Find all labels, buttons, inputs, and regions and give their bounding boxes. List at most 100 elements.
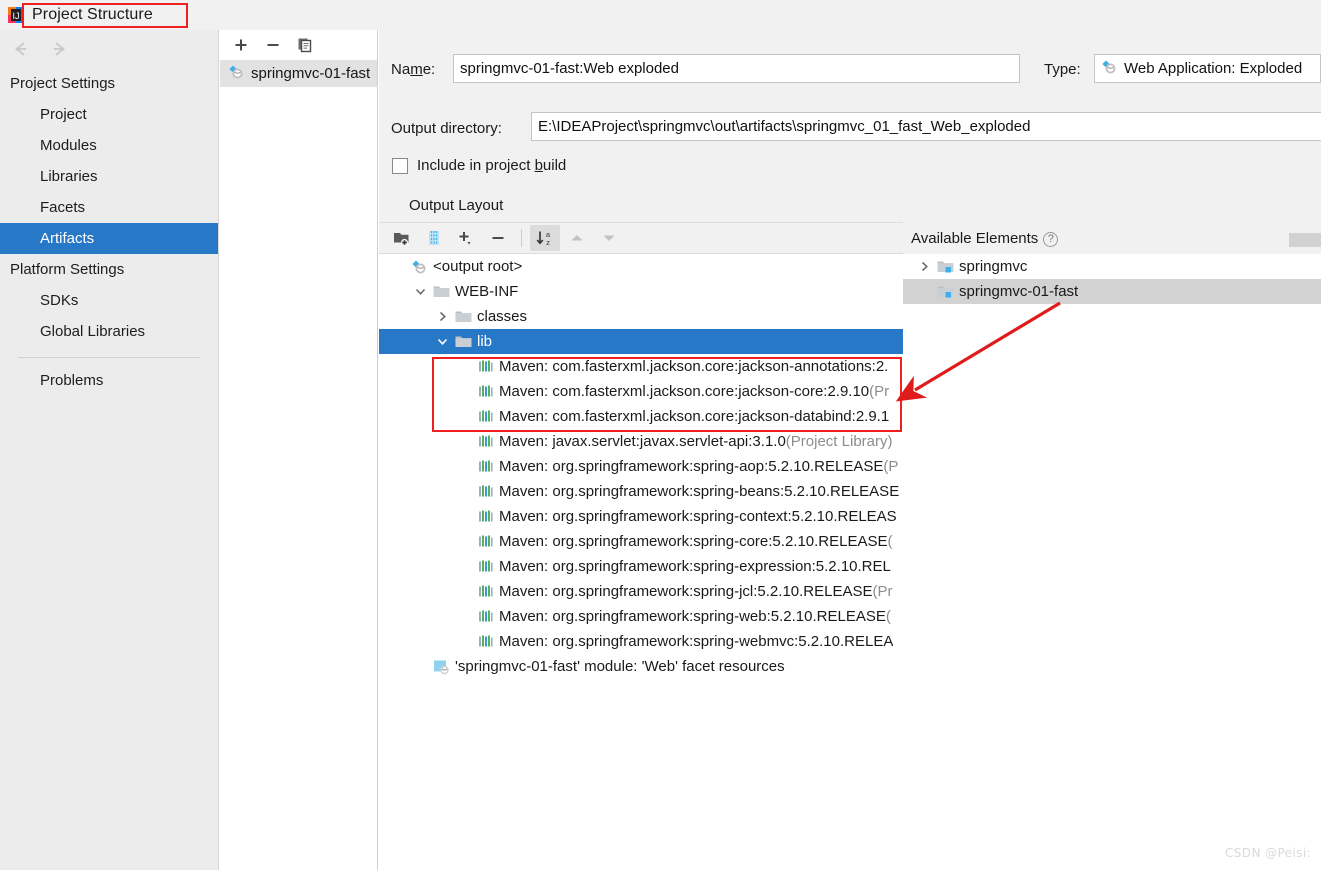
sidebar-group-project-settings: Project Settings (10, 75, 116, 92)
tree-row[interactable]: Maven: org.springframework:spring-expres… (379, 554, 903, 579)
available-element-row[interactable]: springmvc (903, 254, 1321, 279)
available-elements-title: Available Elements (911, 230, 1039, 247)
output-directory-input[interactable]: E:\IDEAProject\springmvc\out\artifacts\s… (531, 112, 1321, 141)
library-icon (475, 359, 495, 374)
tree-row[interactable]: Maven: org.springframework:spring-jcl:5.… (379, 579, 903, 604)
tree-row-label: Maven: org.springframework:spring-contex… (499, 508, 897, 525)
tree-row-label: Maven: org.springframework:spring-core:5… (499, 533, 888, 550)
sidebar-item-artifacts[interactable]: Artifacts (0, 223, 218, 254)
tree-row-label: Maven: org.springframework:spring-expres… (499, 558, 891, 575)
output-directory-value: E:\IDEAProject\springmvc\out\artifacts\s… (538, 118, 1031, 135)
copy-artifact-button[interactable] (292, 33, 318, 57)
module-icon (935, 259, 955, 274)
name-label: Name: (391, 60, 436, 78)
sidebar-item-sdks[interactable]: SDKs (0, 285, 218, 316)
artifact-type-value: Web Application: Exploded (1124, 60, 1303, 77)
include-in-project-build-checkbox[interactable] (392, 157, 408, 174)
tree-row[interactable]: lib (379, 329, 903, 354)
library-icon (475, 459, 495, 474)
sidebar-item-modules[interactable]: Modules (0, 130, 218, 161)
folder-icon (453, 334, 473, 349)
add-artifact-button[interactable] (228, 33, 254, 57)
tree-row[interactable]: Maven: org.springframework:spring-web:5.… (379, 604, 903, 629)
artifact-icon (1101, 59, 1117, 79)
tree-row-label: 'springmvc-01-fast' module: 'Web' facet … (455, 658, 785, 675)
sidebar-item-project[interactable]: Project (0, 99, 218, 130)
artifact-name-input[interactable]: springmvc-01-fast:Web exploded (453, 54, 1020, 83)
navigation-arrows (0, 30, 218, 68)
minus-icon[interactable] (483, 225, 513, 251)
settings-sidebar: Project Settings Project Modules Librari… (0, 30, 219, 870)
tree-row[interactable]: Maven: com.fasterxml.jackson.core:jackso… (379, 379, 903, 404)
tree-row[interactable]: Maven: org.springframework:spring-core:5… (379, 529, 903, 554)
svg-text:z: z (546, 238, 550, 247)
sidebar-item-libraries[interactable]: Libraries (0, 161, 218, 192)
available-elements-tree[interactable]: springmvc springmvc-01-fast (903, 254, 1321, 870)
artifact-list-item-label: springmvc-01-fast (251, 65, 371, 82)
artifact-detail-panel: Name: springmvc-01-fast:Web exploded Typ… (379, 30, 1321, 870)
svg-text:IJ: IJ (12, 11, 19, 21)
tree-row-scope: (Project Library) (785, 433, 893, 450)
name-row: Name: (391, 54, 435, 84)
tree-row-scope: (Pr (869, 383, 890, 400)
tree-row-label: Maven: org.springframework:spring-webmvc… (499, 633, 894, 650)
window-title: Project Structure (32, 6, 153, 23)
arrow-left-icon[interactable] (10, 38, 32, 60)
tree-row-scope: (P (883, 458, 899, 475)
include-in-project-build-label: Include in project build (417, 157, 567, 174)
artifacts-list-panel: springmvc-01-fast (220, 30, 378, 870)
tree-row[interactable]: Maven: org.springframework:spring-beans:… (379, 479, 903, 504)
tree-row[interactable]: Maven: org.springframework:spring-contex… (379, 504, 903, 529)
tree-row[interactable]: 'springmvc-01-fast' module: 'Web' facet … (379, 654, 903, 679)
tree-row[interactable]: Maven: javax.servlet:javax.servlet-api:3… (379, 429, 903, 454)
chevron-right-icon[interactable] (913, 260, 935, 273)
question-mark-icon[interactable]: ? (1043, 232, 1059, 247)
chevron-down-icon[interactable] (594, 225, 624, 251)
library-icon (475, 584, 495, 599)
tree-row-label: Maven: com.fasterxml.jackson.core:jackso… (499, 408, 890, 425)
sidebar-item-facets[interactable]: Facets (0, 192, 218, 223)
chevron-up-icon[interactable] (562, 225, 592, 251)
library-icon (475, 384, 495, 399)
folder-icon (431, 284, 451, 299)
artifact-list-item[interactable]: springmvc-01-fast (220, 60, 377, 87)
output-layout-title: Output Layout (409, 197, 504, 214)
tree-row[interactable]: Maven: com.fasterxml.jackson.core:jackso… (379, 354, 903, 379)
tree-row-label: Maven: javax.servlet:javax.servlet-api:3… (499, 433, 786, 450)
sort-az-icon[interactable]: a z (530, 225, 560, 251)
plus-dropdown-icon[interactable] (451, 225, 481, 251)
tree-row-label: <output root> (433, 258, 523, 275)
output-layout-tree[interactable]: <output root> WEB-INF classes lib Maven: com… (379, 254, 903, 870)
tree-row-label: lib (477, 333, 493, 350)
available-element-label: springmvc (959, 258, 1028, 275)
facet-resources-icon (431, 659, 451, 675)
chevron-down-icon[interactable] (431, 335, 453, 348)
artifacts-toolbar (220, 30, 377, 60)
sidebar-item-global-libraries[interactable]: Global Libraries (0, 316, 218, 347)
artifact-icon (409, 259, 429, 275)
chevron-down-icon[interactable] (409, 285, 431, 298)
tree-row[interactable]: Maven: org.springframework:spring-webmvc… (379, 629, 903, 654)
tree-row[interactable]: Maven: com.fasterxml.jackson.core:jackso… (379, 404, 903, 429)
tree-row-label: Maven: com.fasterxml.jackson.core:jackso… (499, 358, 889, 375)
arrow-right-icon[interactable] (48, 38, 70, 60)
tree-row-label: Maven: org.springframework:spring-jcl:5.… (499, 583, 873, 600)
tree-row[interactable]: Maven: org.springframework:spring-aop:5.… (379, 454, 903, 479)
output-directory-row: Output directory: (391, 113, 502, 143)
archive-icon[interactable] (419, 225, 449, 251)
library-icon (475, 534, 495, 549)
library-icon (475, 609, 495, 624)
sidebar-item-problems[interactable]: Problems (0, 358, 218, 396)
remove-artifact-button[interactable] (260, 33, 286, 57)
include-in-project-build-row[interactable]: Include in project build (392, 157, 566, 174)
tree-row[interactable]: classes (379, 304, 903, 329)
tree-row[interactable]: <output root> (379, 254, 903, 279)
artifact-type-combo[interactable]: Web Application: Exploded (1094, 54, 1321, 83)
horizontal-scrollbar-thumb[interactable] (1289, 233, 1321, 247)
available-element-row[interactable]: springmvc-01-fast (903, 279, 1321, 304)
folder-add-icon[interactable] (387, 225, 417, 251)
library-icon (475, 509, 495, 524)
library-icon (475, 559, 495, 574)
tree-row[interactable]: WEB-INF (379, 279, 903, 304)
chevron-right-icon[interactable] (431, 310, 453, 323)
